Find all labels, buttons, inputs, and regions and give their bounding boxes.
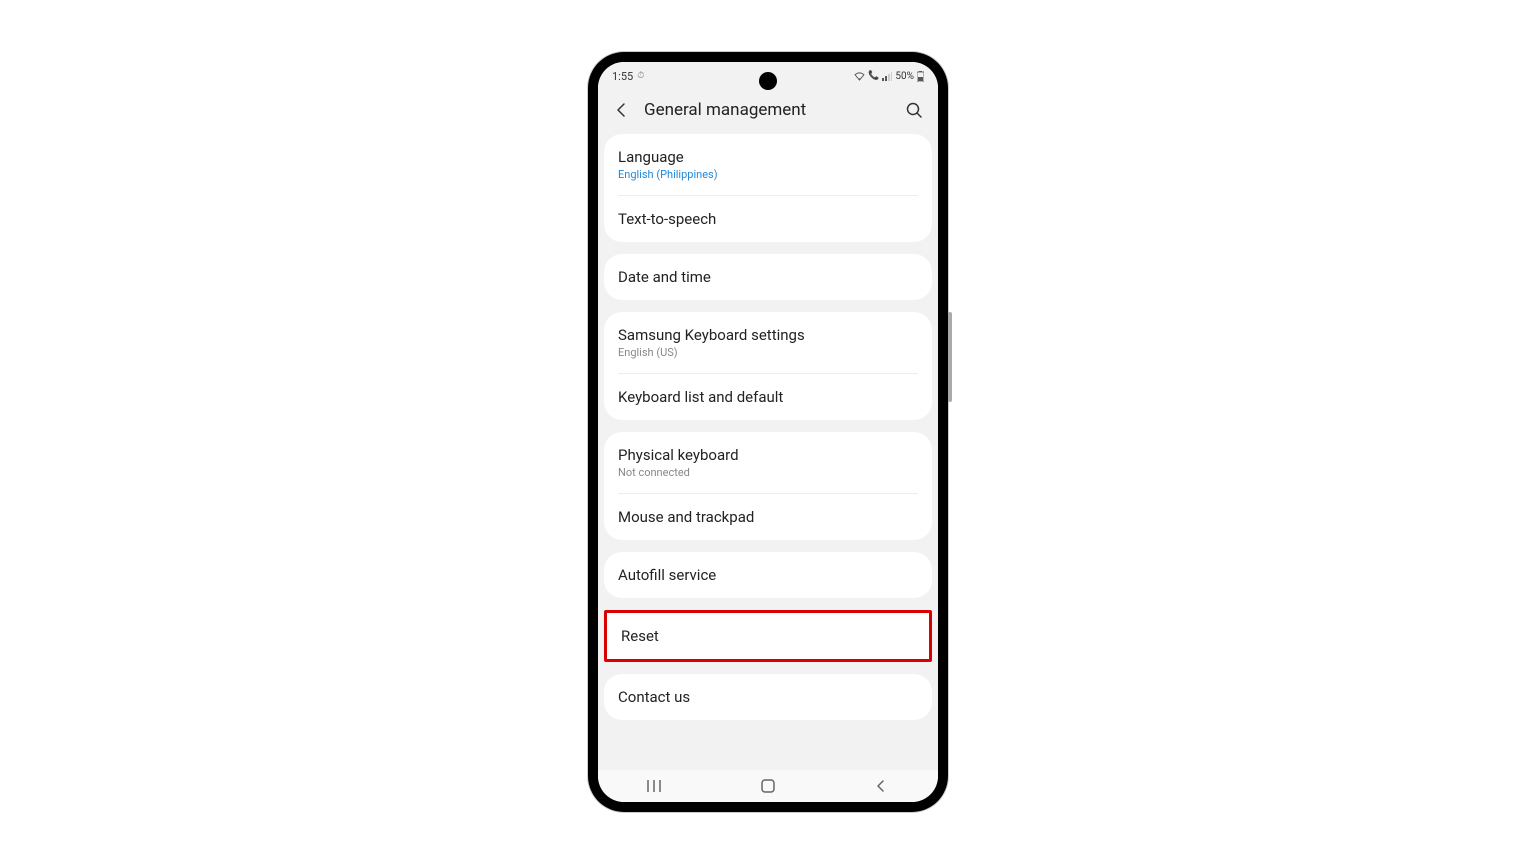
row-language[interactable]: Language English (Philippines): [604, 134, 932, 195]
row-text-to-speech[interactable]: Text-to-speech: [604, 196, 932, 242]
nav-back-button[interactable]: [869, 774, 893, 798]
page-header: General management: [598, 90, 938, 134]
phone-frame: 1:55 ⏱ 📞 50% General manage: [588, 52, 948, 812]
signal-icon: [882, 72, 892, 81]
row-samsung-keyboard[interactable]: Samsung Keyboard settings English (US): [604, 312, 932, 373]
phone-side-button: [948, 312, 952, 402]
navigation-bar: [598, 770, 938, 802]
group-reset: Reset: [604, 610, 932, 662]
row-reset[interactable]: Reset: [607, 613, 929, 659]
wifi-icon: [854, 72, 865, 81]
nav-recents-button[interactable]: [643, 774, 667, 798]
row-physical-keyboard[interactable]: Physical keyboard Not connected: [604, 432, 932, 493]
row-keyboard-list[interactable]: Keyboard list and default: [604, 374, 932, 420]
nav-home-button[interactable]: [756, 774, 780, 798]
alarm-icon: ⏱: [637, 71, 644, 81]
row-contact-us[interactable]: Contact us: [604, 674, 932, 720]
settings-list: Language English (Philippines) Text-to-s…: [598, 134, 938, 770]
group-physical: Physical keyboard Not connected Mouse an…: [604, 432, 932, 540]
page-title: General management: [644, 100, 904, 120]
camera-notch: [759, 72, 777, 90]
search-button[interactable]: [904, 100, 924, 120]
battery-icon: [917, 71, 924, 82]
row-date-and-time[interactable]: Date and time: [604, 254, 932, 300]
group-autofill: Autofill service: [604, 552, 932, 598]
vowifi-icon: 📞: [868, 71, 879, 81]
status-time: 1:55: [612, 70, 633, 83]
phone-screen: 1:55 ⏱ 📞 50% General manage: [598, 62, 938, 802]
group-keyboard: Samsung Keyboard settings English (US) K…: [604, 312, 932, 420]
group-date-time: Date and time: [604, 254, 932, 300]
back-button[interactable]: [612, 100, 632, 120]
group-language: Language English (Philippines) Text-to-s…: [604, 134, 932, 242]
row-autofill-service[interactable]: Autofill service: [604, 552, 932, 598]
row-mouse-trackpad[interactable]: Mouse and trackpad: [604, 494, 932, 540]
battery-percent: 50%: [895, 71, 914, 82]
group-contact: Contact us: [604, 674, 932, 720]
